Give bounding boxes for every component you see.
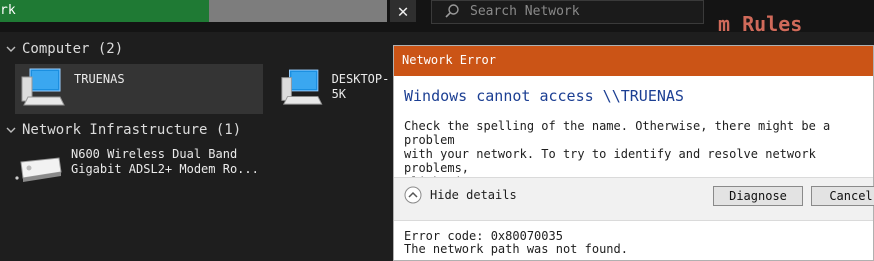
error-code: Error code: 0x80070035 [404, 229, 563, 243]
address-progress-bar: rk [0, 0, 387, 22]
diagnose-button[interactable]: Diagnose [713, 186, 803, 206]
toggle-label: Hide details [430, 188, 517, 202]
tile-label: N600 Wireless Dual Band Gigabit ADSL2+ M… [71, 147, 259, 176]
hide-details-toggle[interactable]: Hide details [404, 186, 517, 204]
dialog-heading: Windows cannot access \\TRUENAS [404, 87, 684, 105]
group-header-computer[interactable]: Computer (2) [6, 41, 123, 57]
group-header-network-infrastructure[interactable]: Network Infrastructure (1) [6, 122, 241, 138]
tile-label: DESKTOP-5K [331, 72, 390, 101]
chevron-up-circle-icon [404, 186, 422, 204]
address-bar-text: rk [0, 3, 16, 18]
tile-truenas[interactable]: TRUENAS [15, 64, 263, 114]
router-icon [15, 157, 62, 182]
tile-router[interactable]: N600 Wireless Dual Band Gigabit ADSL2+ M… [15, 146, 375, 188]
cancel-button[interactable]: Cancel [811, 186, 874, 206]
close-icon[interactable]: ✕ [390, 0, 416, 22]
search-input[interactable] [470, 3, 700, 19]
background-window-title: m Rules [718, 12, 803, 36]
search-icon [445, 4, 459, 18]
tile-label: TRUENAS [74, 72, 125, 86]
divider [394, 220, 873, 221]
error-description: The network path was not found. [404, 242, 628, 256]
tile-desktop[interactable]: DESKTOP-5K [270, 64, 400, 114]
group-label: Computer (2) [22, 41, 124, 57]
dialog-title: Network Error [402, 53, 496, 67]
group-label: Network Infrastructure (1) [22, 122, 242, 138]
computer-icon [281, 69, 323, 105]
chevron-down-icon [6, 127, 16, 133]
computer-icon [21, 68, 65, 106]
chevron-down-icon [6, 46, 16, 52]
progress-fill [0, 0, 209, 22]
network-error-dialog: Network Error Windows cannot access \\TR… [393, 45, 874, 261]
